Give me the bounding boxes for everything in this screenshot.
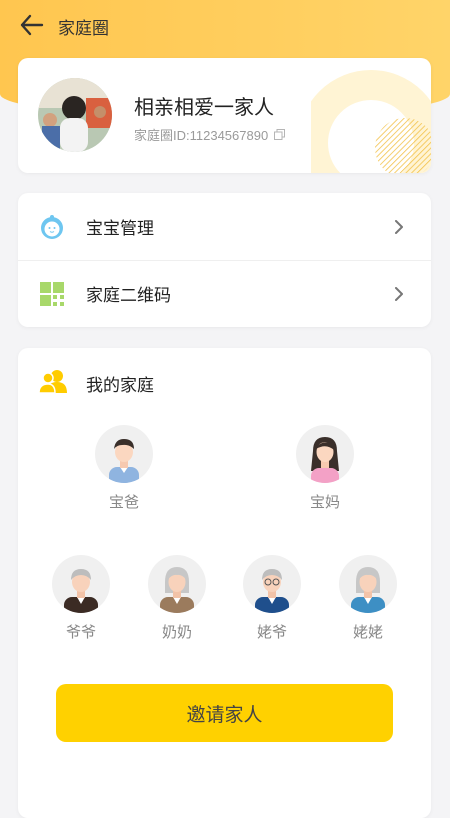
my-family-card: 我的家庭 宝爸 宝妈 爷爷 奶奶 姥爷 姥姥 邀请家人 bbox=[18, 348, 431, 818]
family-avatar[interactable] bbox=[38, 78, 112, 152]
member-grandma[interactable]: 奶奶 bbox=[137, 555, 217, 642]
family-id-text: 家庭圈ID:11234567890 bbox=[134, 128, 269, 143]
grandpa-avatar-icon bbox=[52, 555, 110, 613]
invite-family-button[interactable]: 邀请家人 bbox=[56, 684, 393, 742]
member-grandpa[interactable]: 爷爷 bbox=[41, 555, 121, 642]
menu-item-label: 宝宝管理 bbox=[86, 219, 154, 238]
chevron-right-icon bbox=[395, 287, 403, 301]
back-button[interactable] bbox=[18, 12, 46, 38]
arrow-left-icon bbox=[20, 14, 44, 36]
member-maternal-grandpa[interactable]: 姥爷 bbox=[232, 555, 312, 642]
family-icon bbox=[39, 370, 67, 394]
mom-avatar-icon bbox=[296, 425, 354, 483]
menu-item-baby-management[interactable]: 宝宝管理 bbox=[18, 193, 431, 260]
menu-item-family-qrcode[interactable]: 家庭二维码 bbox=[18, 260, 431, 327]
member-name: 姥爷 bbox=[256, 624, 287, 641]
qrcode-icon bbox=[40, 282, 64, 306]
family-name: 相亲相爱一家人 bbox=[134, 97, 274, 119]
maternal-grandpa-avatar-icon bbox=[243, 555, 301, 613]
top-bar: 家庭圈 bbox=[0, 0, 450, 50]
baby-icon bbox=[41, 215, 63, 239]
copy-icon[interactable] bbox=[274, 129, 286, 140]
dad-avatar-icon bbox=[95, 425, 153, 483]
chevron-right-icon bbox=[395, 220, 403, 234]
family-id: 家庭圈ID:11234567890 bbox=[134, 125, 286, 144]
member-name: 爷爷 bbox=[65, 624, 96, 641]
maternal-grandma-avatar-icon bbox=[339, 555, 397, 613]
member-name: 宝爸 bbox=[108, 494, 139, 511]
grandma-avatar-icon bbox=[148, 555, 206, 613]
member-mom[interactable]: 宝妈 bbox=[285, 425, 365, 512]
menu-item-label: 家庭二维码 bbox=[86, 286, 171, 305]
member-name: 姥姥 bbox=[352, 624, 383, 641]
family-profile-card: 相亲相爱一家人 家庭圈ID:11234567890 bbox=[18, 58, 431, 173]
member-name: 奶奶 bbox=[161, 624, 192, 641]
member-maternal-grandma[interactable]: 姥姥 bbox=[328, 555, 408, 642]
page-title: 家庭圈 bbox=[58, 19, 109, 38]
member-dad[interactable]: 宝爸 bbox=[84, 425, 164, 512]
family-section-title: 我的家庭 bbox=[86, 376, 154, 395]
menu-card: 宝宝管理 家庭二维码 bbox=[18, 193, 431, 327]
member-name: 宝妈 bbox=[309, 494, 340, 511]
decorative-circle-icon bbox=[311, 70, 431, 173]
